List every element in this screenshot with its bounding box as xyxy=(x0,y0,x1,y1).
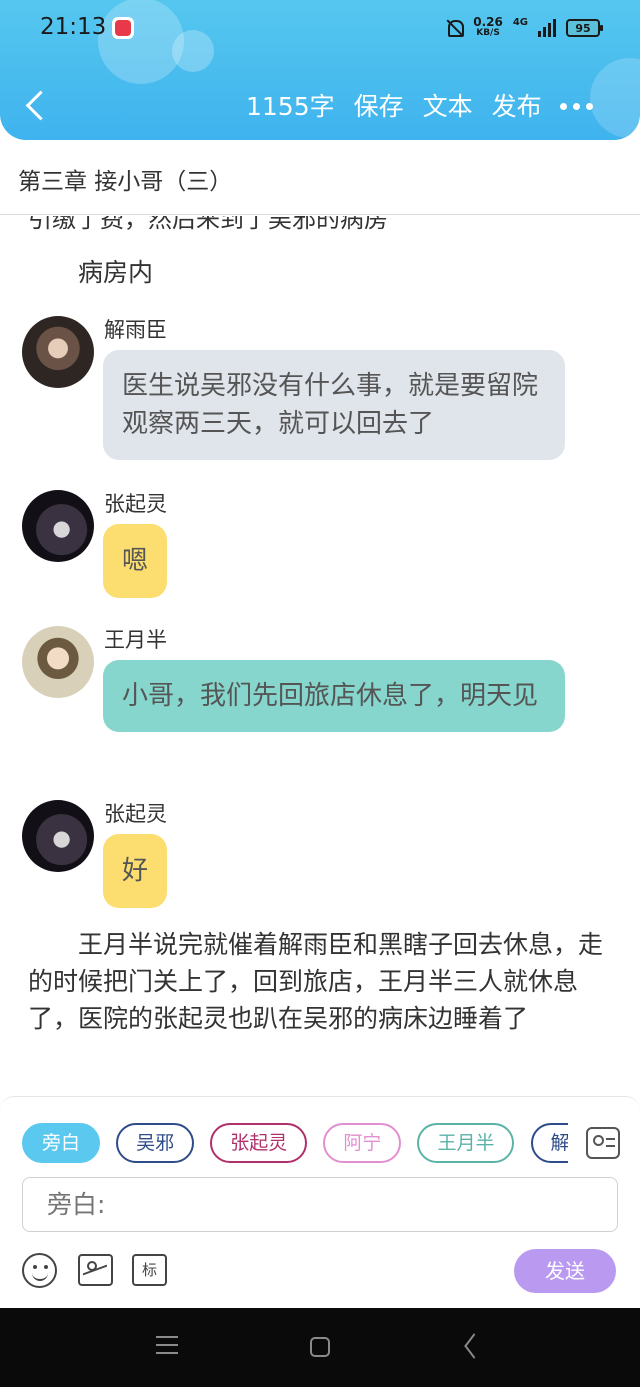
role-chip[interactable]: 王月半 xyxy=(417,1123,515,1163)
composer-panel: 旁白 吴邪 张起灵 阿宁 王月半 解雨臣 标 发送 xyxy=(0,1096,640,1308)
narration-paragraph: 病房内 xyxy=(78,258,154,287)
signal-icon xyxy=(538,19,556,37)
battery-level: 95 xyxy=(575,21,591,35)
bell-muted-icon xyxy=(445,18,465,38)
publish-button[interactable]: 发布 xyxy=(492,88,542,126)
image-icon[interactable] xyxy=(78,1254,113,1286)
avatar[interactable] xyxy=(22,800,94,872)
role-manager-icon[interactable] xyxy=(586,1127,620,1159)
home-icon[interactable] xyxy=(310,1337,330,1357)
send-button[interactable]: 发送 xyxy=(514,1249,616,1293)
speaker-name: 张起灵 xyxy=(104,802,167,826)
system-nav-bar xyxy=(0,1308,640,1387)
speaker-name: 王月半 xyxy=(104,628,167,652)
role-chips: 旁白 吴邪 张起灵 阿宁 王月半 解雨臣 xyxy=(22,1123,568,1165)
word-count: 1155字 xyxy=(246,92,335,121)
chapter-title[interactable]: 第三章 接小哥（三） xyxy=(18,162,232,196)
mark-button[interactable]: 标 xyxy=(132,1254,167,1286)
speaker-name: 张起灵 xyxy=(104,492,167,516)
app-notification-icon xyxy=(112,17,134,39)
net-speed-unit: KB/S xyxy=(476,28,500,38)
narration-partial: 引缴了费，然后来到了吴邪的病房 xyxy=(28,216,388,233)
message-bubble[interactable]: 医生说吴邪没有什么事，就是要留院观察两三天，就可以回去了 xyxy=(103,350,565,460)
message-input[interactable] xyxy=(22,1177,618,1232)
message-bubble[interactable]: 好 xyxy=(103,834,168,908)
emoji-icon[interactable] xyxy=(22,1253,57,1288)
avatar[interactable] xyxy=(22,626,94,698)
back-button[interactable] xyxy=(22,88,50,124)
status-bar: 21:13 0.26 KB/S 4G 95 xyxy=(0,0,640,58)
network-type: 4G xyxy=(512,16,528,28)
chapter-bar: 第三章 接小哥（三） xyxy=(0,140,640,215)
status-time: 21:13 xyxy=(40,14,107,40)
net-speed: 0.26 KB/S xyxy=(473,15,503,39)
nav-back-icon[interactable] xyxy=(462,1336,484,1358)
battery-icon: 95 xyxy=(566,19,603,37)
header-actions: 1155字 保存 文本 发布 xyxy=(246,88,542,126)
story-content[interactable]: 引缴了费，然后来到了吴邪的病房 病房内 解雨臣 医生说吴邪没有什么事，就是要留院… xyxy=(0,216,640,1096)
role-chip[interactable]: 阿宁 xyxy=(323,1123,402,1163)
status-indicators: 0.26 KB/S 4G 95 xyxy=(445,14,603,42)
message-bubble[interactable]: 嗯 xyxy=(103,524,168,598)
text-button[interactable]: 文本 xyxy=(423,88,473,126)
recent-apps-icon[interactable] xyxy=(156,1336,178,1356)
save-button[interactable]: 保存 xyxy=(354,88,404,126)
role-chip[interactable]: 解雨臣 xyxy=(530,1123,568,1163)
more-options-icon[interactable] xyxy=(560,96,600,116)
narration-paragraph: 王月半说完就催着解雨臣和黑瞎子回去休息，走的时候把门关上了，回到旅店，王月半三人… xyxy=(28,930,604,1033)
net-speed-value: 0.26 xyxy=(473,15,503,29)
role-chip[interactable]: 吴邪 xyxy=(116,1123,195,1163)
message-bubble[interactable]: 小哥，我们先回旅店休息了，明天见 xyxy=(103,660,565,732)
avatar[interactable] xyxy=(22,490,94,562)
avatar[interactable] xyxy=(22,316,94,388)
role-chip-narrator[interactable]: 旁白 xyxy=(22,1123,101,1163)
speaker-name: 解雨臣 xyxy=(104,318,167,342)
role-chip[interactable]: 张起灵 xyxy=(210,1123,308,1163)
app-header: 21:13 0.26 KB/S 4G 95 1155字 保存 文本 发布 xyxy=(0,0,640,140)
